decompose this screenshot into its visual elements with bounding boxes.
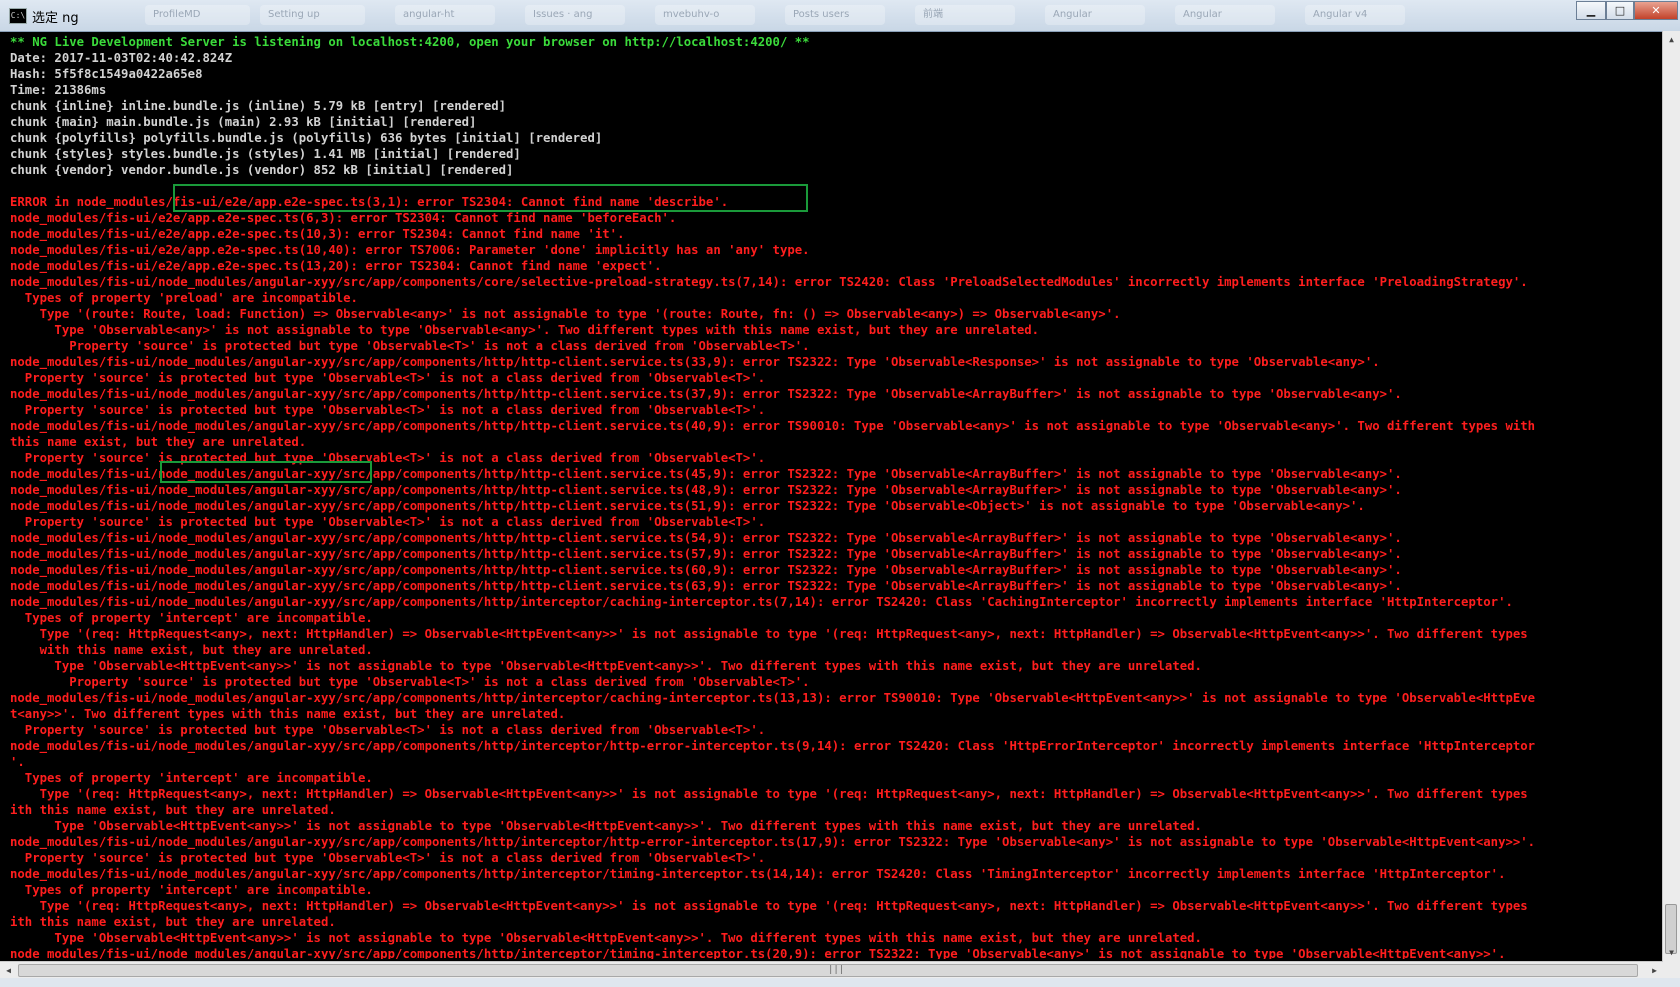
console-line: Types of property 'intercept' are incomp… bbox=[10, 883, 373, 897]
scrollbar-corner bbox=[1663, 961, 1680, 978]
console-line: node_modules/fis-ui/node_modules/angular… bbox=[10, 355, 1380, 369]
angular-xyy-path-highlight bbox=[160, 461, 372, 483]
console-line: Property 'source' is protected but type … bbox=[10, 371, 766, 385]
scroll-down-icon[interactable]: ▼ bbox=[1663, 944, 1680, 961]
grip-icon: ||| bbox=[828, 965, 845, 975]
console-line: Type '(route: Route, load: Function) => … bbox=[10, 307, 1121, 321]
background-tab-5: Posts users bbox=[785, 5, 885, 25]
console-line: chunk {main} main.bundle.js (main) 2.93 … bbox=[10, 115, 477, 129]
console-line: Property 'source' is protected but type … bbox=[10, 851, 766, 865]
console-line: '. bbox=[10, 755, 25, 769]
console-line: node_modules/fis-ui/e2e/app.e2e-spec.ts(… bbox=[10, 243, 810, 257]
console-line: node_modules/fis-ui/node_modules/angular… bbox=[10, 499, 1365, 513]
console-line: Types of property 'intercept' are incomp… bbox=[10, 611, 373, 625]
window-titlebar: C:\ 选定 ng ProfileMD Setting up angular-h… bbox=[0, 0, 1680, 32]
maximize-button[interactable]: □ bbox=[1606, 1, 1634, 20]
console-line: ** NG Live Development Server is listeni… bbox=[10, 35, 810, 49]
console-line: Type '(req: HttpRequest<any>, next: Http… bbox=[10, 787, 1528, 801]
console-line: node_modules/fis-ui/node_modules/angular… bbox=[10, 483, 1402, 497]
window-title: 选定 ng bbox=[32, 11, 79, 26]
console-line: Type '(req: HttpRequest<any>, next: Http… bbox=[10, 899, 1528, 913]
console-line: Property 'source' is protected but type … bbox=[10, 723, 766, 737]
console-line: ith this name exist, but they are unrela… bbox=[10, 915, 336, 929]
console-line: node_modules/fis-ui/node_modules/angular… bbox=[10, 579, 1402, 593]
console-line: Type 'Observable<HttpEvent<any>>' is not… bbox=[10, 819, 1202, 833]
console-line: t<any>>'. Two different types with this … bbox=[10, 707, 566, 721]
console-line: node_modules/fis-ui/node_modules/angular… bbox=[10, 947, 1506, 959]
horizontal-scrollbar[interactable]: ◀ ||| ▶ bbox=[0, 961, 1663, 979]
console-line: ith this name exist, but they are unrela… bbox=[10, 803, 336, 817]
console-line: node_modules/fis-ui/node_modules/angular… bbox=[10, 531, 1402, 545]
minimize-button[interactable]: ▁ bbox=[1576, 1, 1606, 20]
horizontal-scroll-thumb[interactable]: ||| bbox=[18, 964, 1638, 977]
console-line: node_modules/fis-ui/node_modules/angular… bbox=[10, 563, 1402, 577]
console-line: Date: 2017-11-03T02:40:42.824Z bbox=[10, 51, 233, 65]
scroll-up-icon[interactable]: ▲ bbox=[1663, 31, 1680, 48]
console-line: Type 'Observable<HttpEvent<any>>' is not… bbox=[10, 931, 1202, 945]
console-line: Hash: 5f5f8c1549a0422a65e8 bbox=[10, 67, 203, 81]
console-line: Type '(req: HttpRequest<any>, next: Http… bbox=[10, 627, 1528, 641]
console-line: Type 'Observable<HttpEvent<any>>' is not… bbox=[10, 659, 1202, 673]
background-tab-2: angular-ht bbox=[395, 5, 495, 25]
window-bottom-border bbox=[0, 978, 1680, 987]
console-line: chunk {styles} styles.bundle.js (styles)… bbox=[10, 147, 521, 161]
console-line: chunk {inline} inline.bundle.js (inline)… bbox=[10, 99, 507, 113]
background-tab-9: Angular v4 bbox=[1305, 5, 1405, 25]
console-line: node_modules/fis-ui/e2e/app.e2e-spec.ts(… bbox=[10, 259, 662, 273]
console-output[interactable]: ** NG Live Development Server is listeni… bbox=[10, 34, 1660, 959]
console-line: node_modules/fis-ui/node_modules/angular… bbox=[10, 275, 1528, 289]
background-tab-0: ProfileMD bbox=[145, 5, 250, 25]
background-tab-3: Issues · ang bbox=[525, 5, 625, 25]
console-line: node_modules/fis-ui/node_modules/angular… bbox=[10, 419, 1536, 433]
background-tab-7: Angular bbox=[1045, 5, 1145, 25]
console-line: node_modules/fis-ui/node_modules/angular… bbox=[10, 739, 1536, 753]
console-line: with this name exist, but they are unrel… bbox=[10, 643, 373, 657]
console-line: Property 'source' is protected but type … bbox=[10, 339, 810, 353]
console-icon: C:\ bbox=[9, 8, 27, 24]
console-line: node_modules/fis-ui/node_modules/angular… bbox=[10, 867, 1506, 881]
console-line: this name exist, but they are unrelated. bbox=[10, 435, 307, 449]
console-line: Property 'source' is protected but type … bbox=[10, 403, 766, 417]
console-line: node_modules/fis-ui/node_modules/angular… bbox=[10, 691, 1536, 705]
console-line: Property 'source' is protected but type … bbox=[10, 515, 766, 529]
console-line: Types of property 'preload' are incompat… bbox=[10, 291, 358, 305]
close-button[interactable]: ✕ bbox=[1634, 1, 1678, 20]
console-line: node_modules/fis-ui/node_modules/angular… bbox=[10, 835, 1536, 849]
console-line: node_modules/fis-ui/e2e/app.e2e-spec.ts(… bbox=[10, 227, 625, 241]
scroll-right-icon[interactable]: ▶ bbox=[1646, 962, 1663, 979]
console-line: Types of property 'intercept' are incomp… bbox=[10, 771, 373, 785]
background-tab-4: mvebuhv-o bbox=[655, 5, 755, 25]
describe-error-highlight bbox=[173, 184, 808, 212]
console-line: chunk {vendor} vendor.bundle.js (vendor)… bbox=[10, 163, 514, 177]
console-line: node_modules/fis-ui/e2e/app.e2e-spec.ts(… bbox=[10, 211, 677, 225]
console-line: Time: 21386ms bbox=[10, 83, 107, 97]
console-line: node_modules/fis-ui/node_modules/angular… bbox=[10, 595, 1513, 609]
background-tab-8: Angular bbox=[1175, 5, 1275, 25]
console-line: Type 'Observable<any>' is not assignable… bbox=[10, 323, 1040, 337]
console-line: Property 'source' is protected but type … bbox=[10, 675, 810, 689]
scroll-left-icon[interactable]: ◀ bbox=[0, 962, 17, 979]
background-tab-6: 前端 bbox=[915, 5, 1015, 25]
console-line: node_modules/fis-ui/node_modules/angular… bbox=[10, 387, 1402, 401]
vertical-scrollbar[interactable]: ▲ ▼ bbox=[1662, 31, 1680, 961]
background-tab-1: Setting up bbox=[260, 5, 365, 25]
console-line: chunk {polyfills} polyfills.bundle.js (p… bbox=[10, 131, 603, 145]
console-line: node_modules/fis-ui/node_modules/angular… bbox=[10, 547, 1402, 561]
